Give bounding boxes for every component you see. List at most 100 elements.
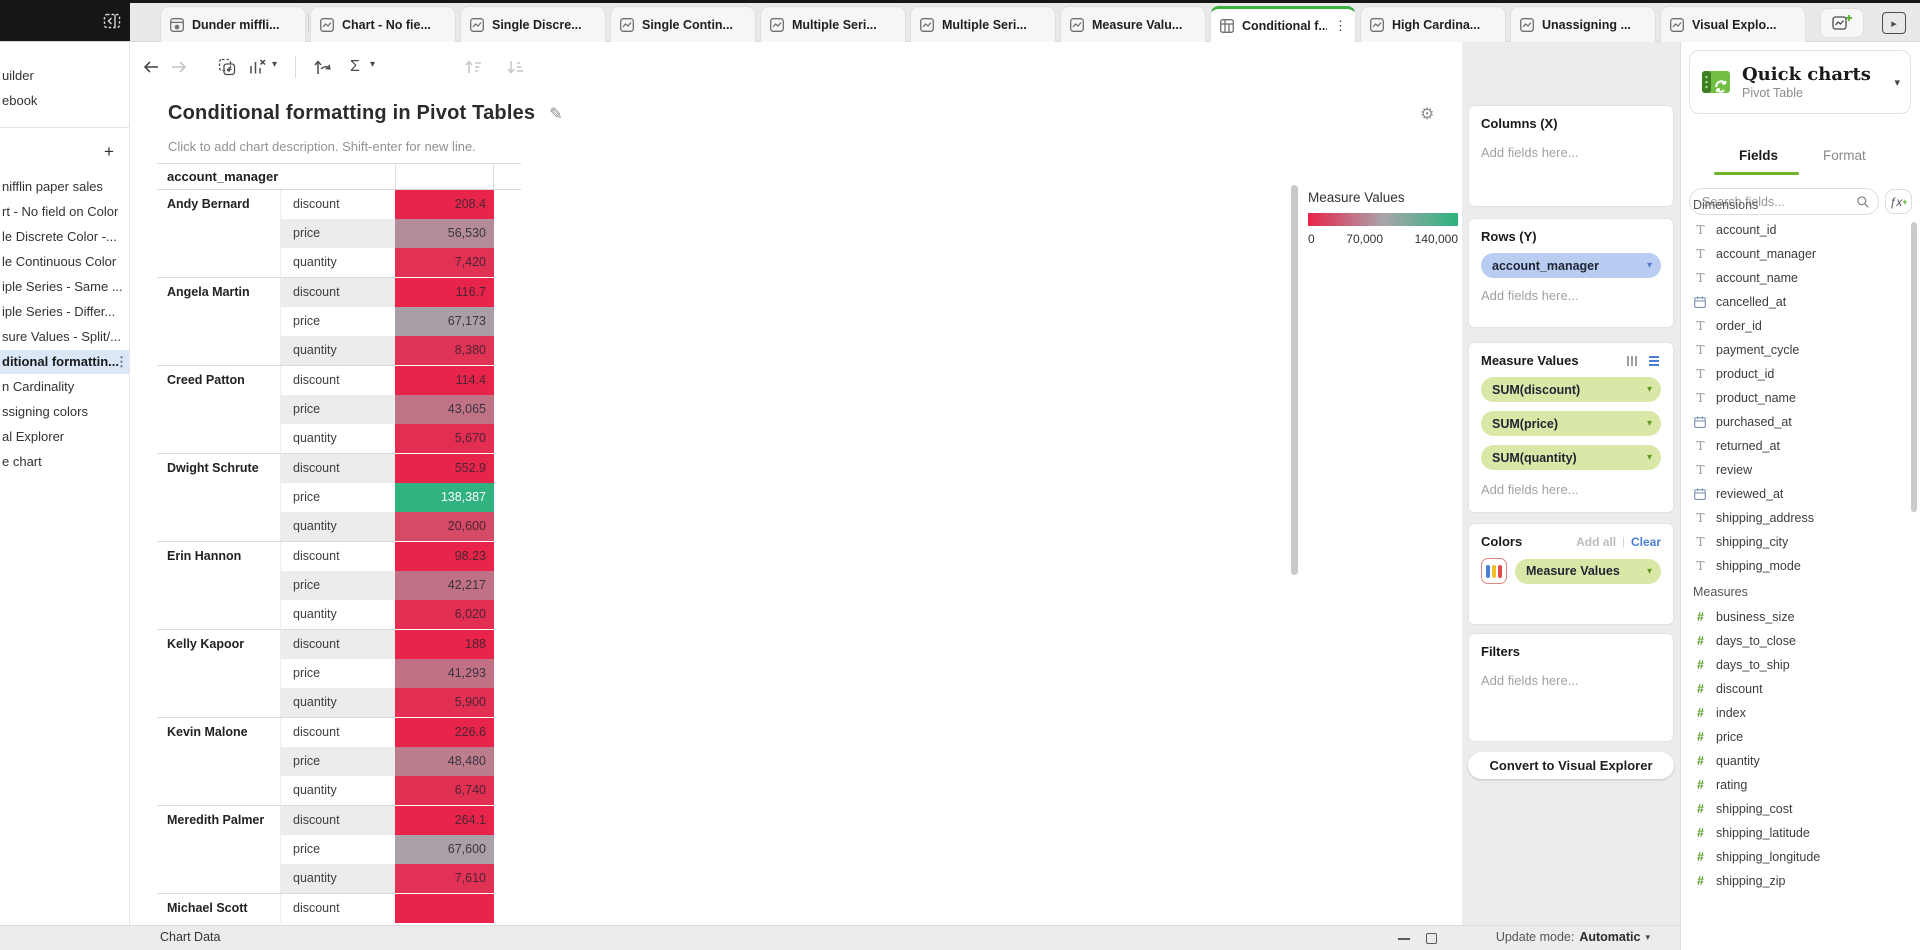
- field-item-product_name[interactable]: Tproduct_name: [1693, 386, 1903, 410]
- field-item-account_manager[interactable]: Taccount_manager: [1693, 242, 1903, 266]
- update-mode-selector[interactable]: Update mode: Automatic ▾: [1496, 930, 1650, 944]
- edit-title-pencil-icon[interactable]: ✎: [549, 104, 562, 124]
- tab-single-contin-[interactable]: Single Contin...: [610, 6, 756, 42]
- measure-values-add-fields-dropzone[interactable]: Add fields here...: [1481, 482, 1661, 497]
- tab-unassigning-[interactable]: Unassigning ...: [1510, 6, 1656, 42]
- sidebar-chart-item[interactable]: le Continuous Color: [0, 250, 130, 274]
- sidebar-chart-item[interactable]: rt - No field on Color: [0, 200, 130, 224]
- field-item-shipping_cost[interactable]: #shipping_cost: [1693, 797, 1903, 821]
- tab-multiple-seri-[interactable]: Multiple Seri...: [760, 6, 906, 42]
- filters-add-fields-dropzone[interactable]: Add fields here...: [1481, 673, 1661, 688]
- chart-settings-gear-icon[interactable]: ⚙: [1420, 104, 1434, 124]
- field-item-product_id[interactable]: Tproduct_id: [1693, 362, 1903, 386]
- tab-measure-valu-[interactable]: Measure Valu...: [1060, 6, 1206, 42]
- color-palette-icon[interactable]: [1481, 558, 1507, 584]
- aggregate-sigma-button[interactable]: Σ: [342, 54, 368, 80]
- colors-clear-link[interactable]: Clear: [1631, 535, 1661, 549]
- colors-add-all-link[interactable]: Add all: [1576, 535, 1616, 549]
- field-name: account_name: [1716, 271, 1798, 285]
- field-item-reviewed_at[interactable]: reviewed_at: [1693, 482, 1903, 506]
- field-pill-sum-discount-[interactable]: SUM(discount)▾: [1481, 377, 1661, 402]
- field-pill-sum-price-[interactable]: SUM(price)▾: [1481, 411, 1661, 436]
- tab-fields[interactable]: Fields: [1739, 148, 1778, 163]
- tab-menu-dots-icon[interactable]: ⋮: [1334, 18, 1347, 34]
- chevron-down-icon[interactable]: ▾: [1647, 384, 1652, 395]
- field-item-shipping_address[interactable]: Tshipping_address: [1693, 506, 1903, 530]
- rows-add-fields-dropzone[interactable]: Add fields here...: [1481, 288, 1661, 303]
- sidebar-chart-item[interactable]: iple Series - Same ...: [0, 275, 130, 299]
- field-item-review[interactable]: Treview: [1693, 458, 1903, 482]
- sidebar-chart-item[interactable]: al Explorer: [0, 425, 130, 449]
- tab-chart-no-fie-[interactable]: Chart - No fie...: [310, 6, 456, 42]
- field-item-shipping_latitude[interactable]: #shipping_latitude: [1693, 821, 1903, 845]
- tab-single-discre-[interactable]: Single Discre...: [460, 6, 606, 42]
- sidebar-chart-item[interactable]: le Discrete Color -...: [0, 225, 130, 249]
- duplicate-chart-button[interactable]: [214, 54, 240, 80]
- field-item-cancelled_at[interactable]: cancelled_at: [1693, 290, 1903, 314]
- tab-dunder-miffli-[interactable]: Dunder miffli...: [160, 6, 306, 42]
- value-cell: 264.1: [395, 806, 494, 835]
- sidebar-chart-item[interactable]: ssigning colors: [0, 400, 130, 424]
- field-item-price[interactable]: #price: [1693, 725, 1903, 749]
- collapse-panel-icon[interactable]: [102, 11, 122, 31]
- tab-high-cardina-[interactable]: High Cardina...: [1360, 6, 1506, 42]
- measure-columns-layout-icon[interactable]: [1625, 354, 1639, 368]
- field-item-returned_at[interactable]: Treturned_at: [1693, 434, 1903, 458]
- sidebar-chart-item[interactable]: ditional formattin...⋮: [0, 350, 130, 374]
- minimize-icon[interactable]: [1398, 938, 1410, 940]
- columns-add-fields-dropzone[interactable]: Add fields here...: [1481, 145, 1661, 160]
- chevron-down-icon[interactable]: ▾: [272, 59, 277, 70]
- back-button[interactable]: [138, 54, 164, 80]
- field-pill-measure-values[interactable]: Measure Values▾: [1515, 559, 1661, 584]
- field-item-days_to_ship[interactable]: #days_to_ship: [1693, 653, 1903, 677]
- field-item-order_id[interactable]: Torder_id: [1693, 314, 1903, 338]
- field-item-business_size[interactable]: #business_size: [1693, 605, 1903, 629]
- field-item-shipping_longitude[interactable]: #shipping_longitude: [1693, 845, 1903, 869]
- sidebar-chart-item[interactable]: sure Values - Split/...: [0, 325, 130, 349]
- chevron-down-icon[interactable]: ▾: [1647, 452, 1652, 463]
- chart-description-placeholder[interactable]: Click to add chart description. Shift-en…: [168, 139, 476, 154]
- sidebar-chart-item[interactable]: iple Series - Differ...: [0, 300, 130, 324]
- fields-panel-scrollbar[interactable]: [1911, 222, 1917, 512]
- sidebar-chart-item[interactable]: n Cardinality: [0, 375, 130, 399]
- sidebar-nav-ebook[interactable]: ebook: [0, 89, 130, 113]
- tab-conditional-f-[interactable]: Conditional f...⋮: [1210, 6, 1356, 42]
- chevron-down-icon[interactable]: ▾: [1647, 566, 1652, 577]
- field-item-shipping_city[interactable]: Tshipping_city: [1693, 530, 1903, 554]
- field-item-payment_cycle[interactable]: Tpayment_cycle: [1693, 338, 1903, 362]
- field-item-shipping_zip[interactable]: #shipping_zip: [1693, 869, 1903, 893]
- sidebar-chart-item[interactable]: nifflin paper sales: [0, 175, 130, 199]
- field-item-days_to_close[interactable]: #days_to_close: [1693, 629, 1903, 653]
- item-menu-dots-icon[interactable]: ⋮: [115, 350, 128, 374]
- sidebar-nav-uilder[interactable]: uilder: [0, 64, 130, 88]
- convert-to-visual-explorer-button[interactable]: Convert to Visual Explorer: [1468, 752, 1674, 779]
- field-pill-sum-quantity-[interactable]: SUM(quantity)▾: [1481, 445, 1661, 470]
- new-chart-button[interactable]: [1820, 8, 1864, 38]
- field-item-account_name[interactable]: Taccount_name: [1693, 266, 1903, 290]
- chart-data-label[interactable]: Chart Data: [160, 930, 220, 944]
- tab-visual-explo-[interactable]: Visual Explo...: [1660, 6, 1806, 42]
- chevron-down-icon[interactable]: ▾: [370, 59, 375, 70]
- chevron-down-icon[interactable]: ▾: [1647, 260, 1652, 271]
- field-item-purchased_at[interactable]: purchased_at: [1693, 410, 1903, 434]
- field-item-shipping_mode[interactable]: Tshipping_mode: [1693, 554, 1903, 578]
- chevron-down-icon[interactable]: ▾: [1647, 418, 1652, 429]
- maximize-icon[interactable]: [1426, 933, 1437, 944]
- swap-axes-button[interactable]: [310, 54, 336, 80]
- field-item-quantity[interactable]: #quantity: [1693, 749, 1903, 773]
- chart-type-selector[interactable]: Quick charts Pivot Table ▾: [1689, 50, 1911, 114]
- measure-rows-layout-icon[interactable]: [1647, 354, 1661, 368]
- delete-chart-button[interactable]: [244, 54, 270, 80]
- expand-tabstrip-icon[interactable]: ▸: [1882, 12, 1906, 34]
- sidebar-chart-item[interactable]: e chart: [0, 450, 130, 474]
- field-item-index[interactable]: #index: [1693, 701, 1903, 725]
- table-scrollbar[interactable]: [1291, 185, 1298, 575]
- field-item-account_id[interactable]: Taccount_id: [1693, 218, 1903, 242]
- field-item-discount[interactable]: #discount: [1693, 677, 1903, 701]
- add-chart-button[interactable]: +: [99, 142, 119, 162]
- field-pill-account_manager[interactable]: account_manager▾: [1481, 253, 1661, 278]
- tab-format[interactable]: Format: [1823, 148, 1866, 163]
- add-calculated-field-button[interactable]: ƒx+: [1885, 189, 1912, 214]
- tab-multiple-seri-[interactable]: Multiple Seri...: [910, 6, 1056, 42]
- field-item-rating[interactable]: #rating: [1693, 773, 1903, 797]
